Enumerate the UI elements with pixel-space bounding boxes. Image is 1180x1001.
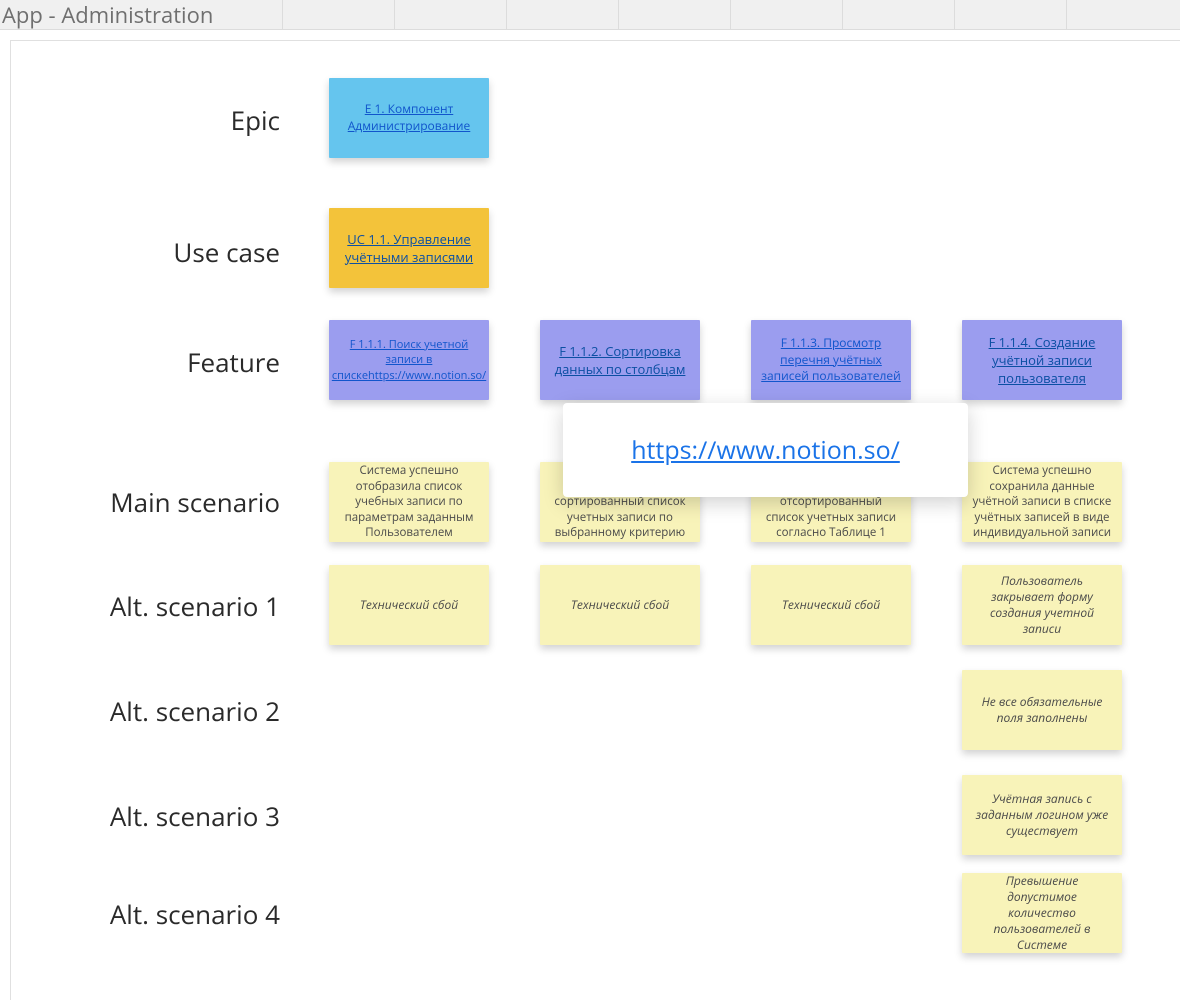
frame-border-left (10, 40, 11, 1000)
card-alt1-4[interactable]: Пользователь закрывает форму создания уч… (962, 565, 1122, 645)
card-alt1-3[interactable]: Технический сбой (751, 565, 911, 645)
link-tooltip: https://www.notion.so/ (563, 403, 968, 497)
card-usecase[interactable]: UC 1.1. Управление учётными записями (329, 208, 489, 288)
card-feature-2-label: F 1.1.2. Сортировка данных по столбцам (550, 342, 690, 378)
row-label-main: Main scenario (20, 484, 280, 520)
card-epic[interactable]: E 1. Компонент Администрирование (329, 78, 489, 158)
card-alt4-4-label: Превышение допустимое количество пользов… (972, 873, 1112, 954)
row-label-alt4: Alt. scenario 4 (20, 896, 280, 932)
card-alt2-4[interactable]: Не все обязательные поля заполнены (962, 670, 1122, 750)
card-main-4[interactable]: Система успешно сохранила данные учётной… (962, 462, 1122, 542)
card-feature-1-label: F 1.1.1. Поиск учетной записи в спискеht… (332, 337, 486, 383)
card-main-1-label: Система успешно отобразила список учебны… (339, 463, 479, 541)
card-epic-label: E 1. Компонент Администрирование (339, 101, 479, 135)
card-alt1-2-label: Технический сбой (571, 597, 669, 613)
card-feature-4[interactable]: F 1.1.4. Создание учётной записи пользов… (962, 320, 1122, 400)
card-alt1-1[interactable]: Технический сбой (329, 565, 489, 645)
card-alt1-3-label: Технический сбой (782, 597, 880, 613)
row-label-alt3: Alt. scenario 3 (20, 798, 280, 834)
card-alt3-4-label: Учётная запись с заданным логином уже су… (972, 791, 1112, 840)
page-title: App - Administration (2, 0, 213, 30)
card-feature-3-label: F 1.1.3. Просмотр перечня учётных записе… (761, 335, 901, 385)
card-alt4-4[interactable]: Превышение допустимое количество пользов… (962, 873, 1122, 953)
card-feature-1[interactable]: F 1.1.1. Поиск учетной записи в спискеht… (329, 320, 489, 400)
card-feature-2[interactable]: F 1.1.2. Сортировка данных по столбцам (540, 320, 700, 400)
card-feature-3[interactable]: F 1.1.3. Просмотр перечня учётных записе… (751, 320, 911, 400)
card-alt1-4-label: Пользователь закрывает форму создания уч… (972, 573, 1112, 638)
row-label-feature: Feature (20, 344, 280, 380)
card-feature-4-label: F 1.1.4. Создание учётной записи пользов… (972, 333, 1112, 388)
row-label-epic: Epic (20, 102, 280, 138)
card-main-4-label: Система успешно сохранила данные учётной… (972, 463, 1112, 541)
header-bar: App - Administration (0, 0, 1180, 30)
card-alt2-4-label: Не все обязательные поля заполнены (972, 694, 1112, 726)
row-label-usecase: Use case (20, 234, 280, 270)
row-label-alt2: Alt. scenario 2 (20, 693, 280, 729)
card-alt1-1-label: Технический сбой (360, 597, 458, 613)
card-alt1-2[interactable]: Технический сбой (540, 565, 700, 645)
header-gridlines (282, 0, 1178, 30)
card-alt3-4[interactable]: Учётная запись с заданным логином уже су… (962, 775, 1122, 855)
frame-border-top (10, 40, 1180, 41)
card-main-1[interactable]: Система успешно отобразила список учебны… (329, 462, 489, 542)
row-label-alt1: Alt. scenario 1 (20, 588, 280, 624)
tooltip-link[interactable]: https://www.notion.so/ (631, 433, 900, 467)
card-usecase-label: UC 1.1. Управление учётными записями (339, 230, 479, 266)
